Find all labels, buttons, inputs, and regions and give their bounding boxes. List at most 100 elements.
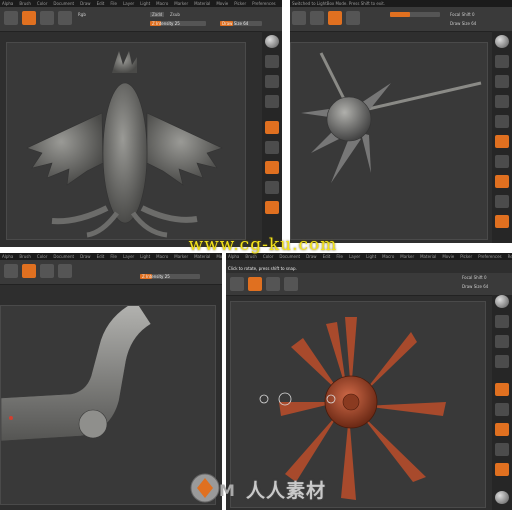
menu-item-color[interactable]: Color: [37, 254, 47, 259]
persp-button[interactable]: [495, 135, 509, 148]
menu-item-movie[interactable]: Movie: [216, 1, 228, 6]
frame-button[interactable]: [265, 161, 279, 174]
menu-item-picker[interactable]: Picker: [234, 1, 246, 6]
menu-bar[interactable]: Alpha Brush Color Document Draw Edit File Layer…: [0, 0, 282, 7]
menu-item-macro[interactable]: Macro: [382, 254, 394, 259]
move-button[interactable]: [310, 11, 324, 25]
zadd-toggle[interactable]: Zadd: [150, 12, 165, 17]
material-sphere-button[interactable]: [495, 295, 509, 308]
menu-item-draw[interactable]: Draw: [80, 1, 90, 6]
menu-item-brush[interactable]: Brush: [19, 254, 31, 259]
edit-button[interactable]: [22, 11, 36, 25]
rotate-button[interactable]: [495, 463, 509, 476]
dragon-model: [26, 51, 223, 238]
menu-item-edit[interactable]: Edit: [97, 1, 105, 6]
watermark-chinese-text: 人人素材: [246, 480, 327, 502]
draw-button[interactable]: [292, 11, 306, 25]
frame-button[interactable]: [495, 175, 509, 188]
zoom-button[interactable]: [495, 355, 509, 368]
material-sphere-button[interactable]: [495, 35, 509, 48]
lightbox-button[interactable]: [4, 264, 18, 278]
gizmo-handle-icon[interactable]: [259, 394, 269, 404]
menu-item-alpha[interactable]: Alpha: [2, 254, 13, 259]
menu-item-file[interactable]: File: [110, 1, 117, 6]
frame-button[interactable]: [495, 423, 509, 436]
menu-bar[interactable]: Switched to LightBox Mode. Press Shift t…: [290, 0, 512, 7]
polyframe-button[interactable]: [495, 491, 509, 504]
rotate-button[interactable]: [346, 11, 360, 25]
edit-button[interactable]: [22, 264, 36, 278]
menu-item-edit[interactable]: Edit: [97, 254, 105, 259]
move-button[interactable]: [58, 11, 72, 25]
persp-button[interactable]: [265, 121, 279, 134]
lightbox-button[interactable]: [230, 277, 244, 291]
floor-button[interactable]: [495, 155, 509, 168]
menu-item-render[interactable]: Render: [508, 254, 512, 259]
actual-button[interactable]: [495, 115, 509, 128]
menu-item-light[interactable]: Light: [366, 254, 376, 259]
menu-item-light[interactable]: Light: [140, 1, 150, 6]
menu-item-marker[interactable]: Marker: [400, 254, 414, 259]
top-toolbar: Focal Shift 0 Draw Size 64: [226, 273, 512, 296]
menu-item-color[interactable]: Color: [37, 1, 47, 6]
rotate-button[interactable]: [265, 201, 279, 214]
zoom-button[interactable]: [265, 95, 279, 108]
canvas-viewport[interactable]: [6, 42, 246, 240]
menu-item-material[interactable]: Material: [194, 1, 210, 6]
edit-button[interactable]: [248, 277, 262, 291]
draw-size-slider[interactable]: Draw Size 64: [220, 21, 262, 26]
zbrush-window-dragon: Alpha Brush Color Document Draw Edit File Layer…: [0, 0, 282, 247]
floor-button[interactable]: [265, 141, 279, 154]
menu-item-layer[interactable]: Layer: [123, 1, 134, 6]
menu-item-alpha[interactable]: Alpha: [2, 1, 13, 6]
menu-item-macro[interactable]: Macro: [156, 254, 168, 259]
menu-item-brush[interactable]: Brush: [19, 1, 31, 6]
lightbox-button[interactable]: [4, 11, 18, 25]
menu-item-movie[interactable]: Movie: [442, 254, 454, 259]
move-button[interactable]: [58, 264, 72, 278]
menu-item-material[interactable]: Material: [420, 254, 436, 259]
menu-item-marker[interactable]: Marker: [174, 1, 188, 6]
menu-item-preferences[interactable]: Preferences: [478, 254, 502, 259]
z-intensity-slider[interactable]: Z Intensity 25: [150, 21, 206, 26]
menu-item-document[interactable]: Document: [53, 1, 74, 6]
move-view-button[interactable]: [495, 443, 509, 456]
zbrush-window-spiked-ball: Switched to LightBox Mode. Press Shift t…: [290, 0, 512, 243]
draw-button[interactable]: [266, 277, 280, 291]
menu-item-file[interactable]: File: [110, 254, 117, 259]
bpr-button[interactable]: [495, 55, 509, 68]
scroll-button[interactable]: [265, 75, 279, 88]
move-view-button[interactable]: [265, 181, 279, 194]
menu-item-document[interactable]: Document: [53, 254, 74, 259]
rotate-button[interactable]: [495, 215, 509, 228]
draw-button[interactable]: [40, 11, 54, 25]
persp-button[interactable]: [495, 383, 509, 396]
top-toolbar: Z Intensity 25: [0, 260, 222, 285]
menu-item-light[interactable]: Light: [140, 254, 150, 259]
menu-item-draw[interactable]: Draw: [80, 254, 90, 259]
menu-item-preferences[interactable]: Preferences: [252, 1, 276, 6]
menu-item-picker[interactable]: Picker: [460, 254, 472, 259]
floor-button[interactable]: [495, 403, 509, 416]
draw-button[interactable]: [40, 264, 54, 278]
bpr-button[interactable]: [265, 55, 279, 68]
scale-button[interactable]: [328, 11, 342, 25]
menu-item-layer[interactable]: Layer: [123, 254, 134, 259]
move-button[interactable]: [284, 277, 298, 291]
canvas-viewport[interactable]: [0, 305, 216, 505]
bpr-button[interactable]: [495, 315, 509, 328]
focal-shift-slider[interactable]: [390, 12, 440, 17]
z-intensity-slider[interactable]: Z Intensity 25: [140, 274, 200, 279]
menu-item-macro[interactable]: Macro: [156, 1, 168, 6]
move-view-button[interactable]: [495, 195, 509, 208]
zoom-button[interactable]: [495, 95, 509, 108]
draw-size-label: Draw Size 64: [462, 284, 489, 289]
material-sphere-button[interactable]: [265, 35, 279, 48]
watermark-logo-icon: M: [190, 473, 235, 503]
scroll-button[interactable]: [495, 75, 509, 88]
rgb-label[interactable]: Rgb: [78, 12, 86, 17]
scroll-button[interactable]: [495, 335, 509, 348]
zsub-toggle[interactable]: Zsub: [170, 12, 180, 17]
canvas-viewport[interactable]: [290, 42, 488, 240]
right-shelf: [492, 295, 512, 510]
